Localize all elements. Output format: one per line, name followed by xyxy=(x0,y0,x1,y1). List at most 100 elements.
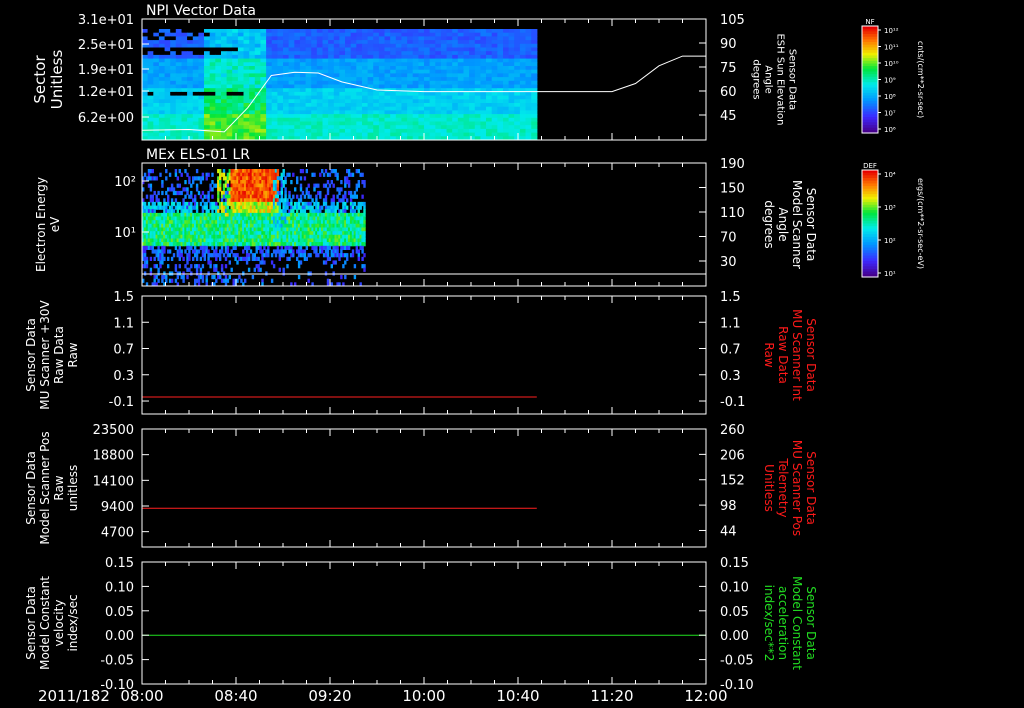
npi-spectrogram-cell xyxy=(294,88,301,93)
npi-spectrogram-cell xyxy=(440,62,448,67)
npi-spectrogram-cell xyxy=(215,54,222,60)
els-spectrogram-cell xyxy=(213,275,216,280)
els-spectrogram-cell xyxy=(286,198,289,203)
y-right-tick-label: 44 xyxy=(720,524,737,539)
npi-spectrogram-cell xyxy=(435,110,442,115)
npi-spectrogram-cell xyxy=(170,125,177,130)
npi-spectrogram-cell xyxy=(260,29,267,34)
npi-spectrogram-cell xyxy=(333,95,340,100)
npi-spectrogram-cell xyxy=(497,80,504,85)
npi-spectrogram-cell xyxy=(249,77,256,82)
npi-spectrogram-cell xyxy=(519,80,527,85)
npi-spectrogram-cell xyxy=(503,29,510,34)
npi-spectrogram-cell xyxy=(367,77,374,82)
npi-spectrogram-cell xyxy=(486,43,493,48)
npi-spectrogram-cell xyxy=(412,36,419,41)
els-spectrogram-cell xyxy=(247,253,251,258)
npi-spectrogram-cell xyxy=(153,77,160,82)
panel5-ylabel: Sensor Data xyxy=(24,586,38,660)
els-spectrogram-cell xyxy=(167,198,170,203)
npi-spectrogram-cell xyxy=(266,51,273,56)
els-spectrogram-cell xyxy=(201,198,205,203)
els-spectrogram-cell xyxy=(161,253,164,258)
npi-spectrogram-cell xyxy=(519,36,527,41)
npi-spectrogram-cell xyxy=(395,106,402,111)
npi-spectrogram-cell xyxy=(192,36,199,41)
npi-spectrogram-cell xyxy=(153,43,160,48)
npi-spectrogram-cell xyxy=(215,36,222,41)
els-spectrogram-cell xyxy=(145,256,149,261)
npi-spectrogram-cell xyxy=(221,40,228,45)
npi-spectrogram-cell xyxy=(457,47,464,52)
npi-spectrogram-cell xyxy=(452,125,459,130)
npi-spectrogram-cell xyxy=(435,95,442,100)
npi-spectrogram-cell xyxy=(221,32,228,37)
npi-spectrogram-cell xyxy=(480,103,487,108)
npi-spectrogram-cell xyxy=(440,29,448,34)
els-spectrogram-cell xyxy=(344,190,347,196)
npi-spectrogram-cell xyxy=(294,121,301,126)
els-spectrogram-cell xyxy=(219,183,222,188)
npi-spectrogram-cell xyxy=(469,128,476,134)
npi-spectrogram-cell xyxy=(429,117,436,122)
els-spectrogram-cell xyxy=(270,260,274,265)
npi-spectrogram-cell xyxy=(486,84,493,89)
els-spectrogram-cell xyxy=(219,180,222,185)
npi-spectrogram-cell xyxy=(243,114,250,119)
npi-spectrogram-cell xyxy=(418,47,425,52)
npi-spectrogram-cell xyxy=(412,77,419,82)
npi-spectrogram-cell xyxy=(181,106,188,111)
npi-spectrogram-cell xyxy=(305,88,312,93)
npi-spectrogram-cell xyxy=(164,36,171,41)
npi-spectrogram-cell xyxy=(367,32,374,37)
npi-spectrogram-cell xyxy=(384,40,391,45)
npi-spectrogram-cell xyxy=(181,84,188,89)
npi-spectrogram-cell xyxy=(508,80,515,85)
panel4-ylabel: unitless xyxy=(66,465,80,511)
npi-spectrogram-cell xyxy=(153,66,160,71)
els-spectrogram-cell xyxy=(290,245,293,250)
npi-spectrogram-cell xyxy=(440,51,448,56)
els-spectrogram-cell xyxy=(357,169,360,174)
panel4-ylabel-right: Sensor Data xyxy=(804,451,818,525)
npi-spectrogram-cell xyxy=(401,58,408,63)
npi-spectrogram-cell xyxy=(266,43,273,48)
els-spectrogram-cell xyxy=(188,267,191,272)
npi-spectrogram-cell xyxy=(333,43,340,48)
els-spectrogram-cell xyxy=(363,216,366,221)
els-spectrogram-cell xyxy=(174,267,178,272)
npi-spectrogram-cell xyxy=(294,29,301,34)
npi-spectrogram-cell xyxy=(362,125,369,130)
npi-spectrogram-cell xyxy=(283,110,290,115)
npi-spectrogram-cell xyxy=(254,43,261,48)
els-spectrogram-cell xyxy=(207,198,210,203)
npi-spectrogram-cell xyxy=(503,51,510,56)
npi-spectrogram-cell xyxy=(435,125,442,130)
npi-spectrogram-cell xyxy=(237,32,245,37)
npi-spectrogram-cell xyxy=(232,36,239,41)
npi-spectrogram-cell xyxy=(531,84,538,89)
npi-spectrogram-cell xyxy=(339,54,346,60)
y-right-tick-label: 98 xyxy=(720,499,737,514)
els-spectrogram-cell xyxy=(340,249,343,254)
els-spectrogram-cell xyxy=(161,190,164,196)
npi-spectrogram-cell xyxy=(373,114,380,119)
npi-spectrogram-cell xyxy=(373,95,380,100)
els-spectrogram-cell xyxy=(149,183,153,188)
npi-spectrogram-cell xyxy=(170,47,177,52)
npi-spectrogram-cell xyxy=(187,36,194,41)
els-spectrogram-cell xyxy=(296,194,299,199)
npi-spectrogram-cell xyxy=(170,114,177,119)
npi-spectrogram-cell xyxy=(249,40,256,45)
npi-spectrogram-cell xyxy=(373,103,380,108)
npi-spectrogram-cell xyxy=(519,77,527,82)
els-spectrogram-cell xyxy=(363,223,366,228)
npi-spectrogram-cell xyxy=(153,54,160,60)
npi-spectrogram-cell xyxy=(401,103,408,108)
npi-spectrogram-cell xyxy=(486,99,493,104)
els-spectrogram-cell xyxy=(226,245,230,250)
npi-spectrogram-cell xyxy=(373,121,380,126)
npi-spectrogram-cell xyxy=(158,32,166,37)
npi-spectrogram-cell xyxy=(215,132,222,137)
npi-spectrogram-cell xyxy=(305,54,312,60)
